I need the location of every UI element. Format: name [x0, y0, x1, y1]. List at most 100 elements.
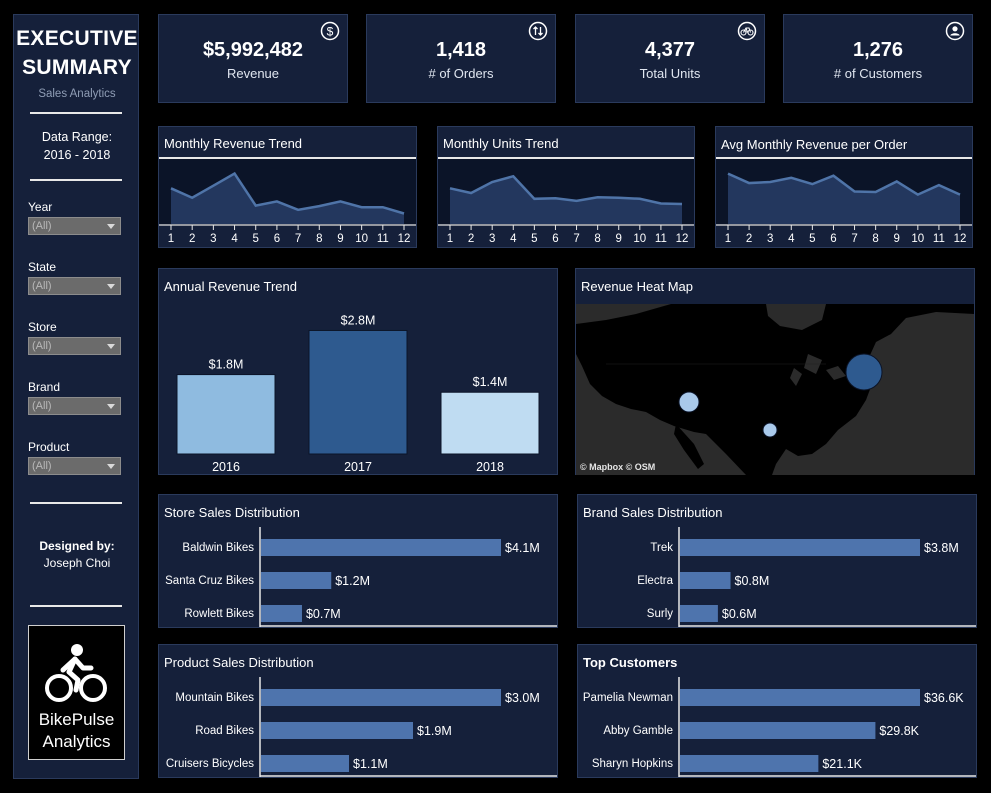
x-tick-label: 7	[573, 233, 579, 245]
bar[interactable]	[680, 689, 920, 706]
x-tick-label: 9	[337, 233, 343, 245]
brand-sales-chart[interactable]: Trek $3.8M Electra $0.8M Surly $0.6M	[578, 527, 976, 627]
annual-bar[interactable]	[440, 391, 540, 455]
x-tick-label: 11	[933, 233, 945, 245]
divider	[30, 502, 122, 504]
svg-text:$: $	[327, 25, 334, 39]
brand-sales-panel: Brand Sales Distribution Trek $3.8M Electr…	[577, 494, 977, 628]
kpi-card-revenue: $ $5,992,482 Revenue	[158, 14, 348, 103]
annual-revenue-chart[interactable]: $1.8M 2016 $2.8M 2017 $1.4M 2018	[159, 301, 557, 474]
filter-dropdown-year[interactable]: (All)	[28, 217, 121, 235]
cyclist-icon	[45, 644, 107, 702]
filter-value: (All)	[32, 220, 52, 232]
category-label: Electra	[637, 575, 673, 587]
map-canvas	[576, 304, 974, 475]
x-tick-label: 1	[447, 233, 453, 245]
product-sales-chart[interactable]: Mountain Bikes $3.0M Road Bikes $1.9M Cruise…	[159, 677, 557, 777]
map-point-ny[interactable]	[845, 353, 883, 391]
annual-bar[interactable]	[176, 374, 276, 455]
x-tick-label: 3	[767, 233, 773, 245]
chart-title: Product Sales Distribution	[164, 655, 314, 670]
bar[interactable]	[261, 539, 501, 556]
data-range-value: 2016 - 2018	[43, 148, 111, 162]
bar[interactable]	[261, 755, 349, 772]
filter-dropdown-product[interactable]: (All)	[28, 457, 121, 475]
divider	[30, 179, 122, 181]
bar[interactable]	[680, 605, 718, 622]
x-tick-label: 7	[851, 233, 857, 245]
divider	[30, 605, 122, 607]
x-tick-label: 10	[355, 233, 368, 245]
bar[interactable]	[261, 605, 302, 622]
category-label: Surly	[647, 608, 673, 620]
x-tick-label: 2017	[344, 460, 372, 474]
filter-value: (All)	[32, 280, 52, 292]
x-tick-label: 10	[633, 233, 646, 245]
bar[interactable]	[680, 755, 819, 772]
filter-label-year: Year	[28, 200, 53, 214]
data-label: $1.2M	[335, 574, 370, 588]
revenue-heat-map[interactable]: © Mapbox © OSM	[576, 304, 974, 475]
x-tick-label: 12	[954, 233, 967, 245]
data-label: $0.8M	[735, 574, 770, 588]
data-label: $3.0M	[505, 691, 540, 705]
annual-bar[interactable]	[308, 329, 408, 455]
bar[interactable]	[680, 722, 876, 739]
x-tick-label: 12	[398, 233, 411, 245]
monthly-units-trend-chart[interactable]: 1 2 3 4 5 6 7 8 9 10 11 12	[438, 157, 694, 247]
map-point-ca[interactable]	[678, 391, 700, 413]
chart-title: Top Customers	[583, 655, 678, 670]
kpi-label: Total Units	[639, 66, 701, 81]
data-label: $29.8K	[879, 724, 919, 738]
x-tick-label: 8	[594, 233, 600, 245]
bar[interactable]	[261, 689, 501, 706]
x-tick-label: 6	[274, 233, 280, 245]
x-tick-label: 6	[552, 233, 558, 245]
annual-revenue-trend-panel: Annual Revenue Trend $1.8M 2016 $2.8M 2017 $…	[158, 268, 558, 475]
bar[interactable]	[680, 572, 731, 589]
monthly-revenue-trend-chart[interactable]: 1 2 3 4 5 6 7 8 9 10 11 12	[159, 157, 416, 247]
dollar-icon: $	[320, 21, 340, 41]
avg-revenue-per-order-chart[interactable]: 1 2 3 4 5 6 7 8 9 10 11 12	[716, 157, 972, 247]
filter-dropdown-store[interactable]: (All)	[28, 337, 121, 355]
x-tick-label: 3	[489, 233, 495, 245]
bar[interactable]	[261, 572, 332, 589]
category-label: Abby Gamble	[603, 725, 673, 737]
product-sales-panel: Product Sales Distribution Mountain Bike…	[158, 644, 558, 778]
category-label: Road Bikes	[195, 725, 254, 737]
data-label: $4.1M	[505, 541, 540, 555]
data-label: $1.1M	[353, 757, 388, 771]
filter-label-brand: Brand	[28, 380, 61, 394]
filter-dropdown-brand[interactable]: (All)	[28, 397, 121, 415]
store-sales-chart[interactable]: Baldwin Bikes $4.1M Santa Cruz Bikes $1.2M R…	[159, 527, 557, 627]
chart-title: Brand Sales Distribution	[583, 505, 723, 520]
filter-dropdown-state[interactable]: (All)	[28, 277, 121, 295]
top-customers-chart[interactable]: Pamelia Newman $36.6K Abby Gamble $29.8K Sha…	[578, 677, 976, 777]
x-tick-label: 1	[168, 233, 174, 245]
x-tick-label: 8	[316, 233, 322, 245]
category-label: Rowlett Bikes	[184, 608, 254, 620]
category-label: Baldwin Bikes	[182, 542, 254, 554]
chart-title: Store Sales Distribution	[164, 505, 300, 520]
map-credit: © Mapbox © OSM	[580, 462, 656, 472]
chevron-down-icon	[107, 284, 115, 289]
kpi-card-orders: 1,418 # of Orders	[366, 14, 556, 103]
x-tick-label: 2018	[476, 460, 504, 474]
x-tick-label: 1	[725, 233, 731, 245]
designer-name: Joseph Choi	[43, 556, 111, 570]
avg-revenue-per-order-panel: Avg Monthly Revenue per Order 1234567891…	[715, 126, 973, 248]
data-label: $0.6M	[722, 607, 757, 621]
store-sales-panel: Store Sales Distribution Baldwin Bikes $4…	[158, 494, 558, 628]
category-label: Trek	[650, 542, 673, 554]
filter-value: (All)	[32, 400, 52, 412]
bar[interactable]	[680, 539, 920, 556]
x-tick-label: 2016	[212, 460, 240, 474]
kpi-label: # of Customers	[833, 66, 923, 81]
kpi-value: 1,276	[852, 39, 904, 61]
x-tick-label: 11	[377, 233, 389, 245]
bar[interactable]	[261, 722, 413, 739]
kpi-card-customers: 1,276 # of Customers	[783, 14, 973, 103]
map-point-tx[interactable]	[762, 422, 778, 438]
x-tick-label: 6	[830, 233, 836, 245]
x-tick-label: 10	[911, 233, 924, 245]
